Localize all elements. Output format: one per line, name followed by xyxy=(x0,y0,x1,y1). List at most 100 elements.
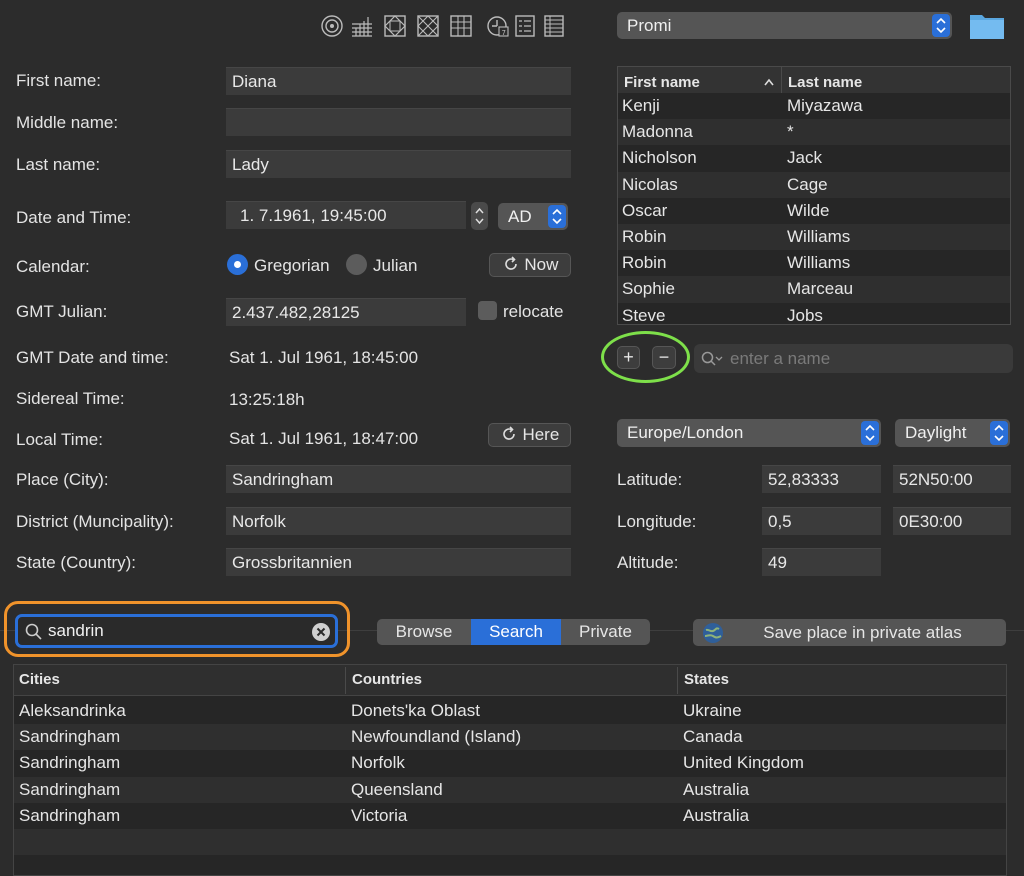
city-cell: Aleksandrinka xyxy=(19,701,126,720)
person-first-name: Kenji xyxy=(622,96,660,115)
state-field[interactable]: Grossbritannien xyxy=(226,548,571,576)
tab-search[interactable]: Search xyxy=(471,619,561,645)
atlas-result-row[interactable]: Aleksandrinka Donets'ka Oblast Ukraine xyxy=(14,698,1006,725)
people-row[interactable]: Madonna * xyxy=(618,119,1010,146)
col-countries[interactable]: Countries xyxy=(352,671,422,688)
popup-arrows-icon xyxy=(932,14,950,37)
dst-value: Daylight xyxy=(905,423,967,442)
atlas-results-table[interactable]: Cities Countries States Aleksandrinka Don… xyxy=(13,664,1007,876)
people-row[interactable]: Oscar Wilde xyxy=(618,197,1010,224)
save-place-label: Save place in private atlas xyxy=(763,623,962,642)
person-last-name: Jobs xyxy=(787,305,823,325)
stepper-arrows-icon xyxy=(475,207,484,225)
latitude-label: Latitude: xyxy=(617,470,683,489)
person-last-name: Marceau xyxy=(787,279,854,299)
square-grid-icon[interactable] xyxy=(383,14,407,38)
radio-dot-icon xyxy=(234,261,241,268)
relocate-checkbox[interactable] xyxy=(478,301,497,320)
place-field[interactable]: Sandringham xyxy=(226,465,571,493)
altitude-field[interactable]: 49 xyxy=(762,548,881,576)
atlas-result-row[interactable]: Sandringham Queensland Australia xyxy=(14,776,1006,803)
people-row[interactable]: Robin Williams xyxy=(618,224,1010,251)
dst-select[interactable]: Daylight xyxy=(895,419,1010,447)
longitude-field[interactable]: 0,5 xyxy=(762,507,881,535)
city-cell: Sandringham xyxy=(19,805,121,825)
first-name-label: First name: xyxy=(16,71,102,90)
atlas-result-row xyxy=(14,855,1006,875)
target-icon[interactable] xyxy=(320,14,344,38)
folder-icon[interactable] xyxy=(969,11,1005,40)
save-place-button[interactable]: Save place in private atlas xyxy=(693,619,1006,646)
add-remove-highlight xyxy=(601,331,690,383)
atlas-result-row[interactable]: Sandringham Victoria Australia xyxy=(14,802,1006,829)
people-row[interactable]: Kenji Miyazawa xyxy=(618,93,1010,120)
city-cell: Sandringham xyxy=(19,779,121,799)
refresh-icon xyxy=(502,426,515,440)
person-last-name: Williams xyxy=(787,253,851,273)
diamond-grid-icon[interactable] xyxy=(416,14,440,38)
longitude-label: Longitude: xyxy=(617,512,697,531)
people-row[interactable]: Nicolas Cage xyxy=(618,171,1010,198)
people-row[interactable]: Steve Jobs xyxy=(618,302,1010,325)
longitude-dms-field[interactable]: 0E30:00 xyxy=(893,507,1011,535)
altitude-label: Altitude: xyxy=(617,553,679,572)
person-last-name: Williams xyxy=(787,227,851,246)
table-grid-icon[interactable] xyxy=(449,14,473,38)
sidereal-label: Sidereal Time: xyxy=(16,389,125,408)
datetime-field[interactable]: 1. 7.1961, 19:45:00 xyxy=(226,201,466,229)
gmt-datetime-label: GMT Date and time: xyxy=(16,348,169,367)
clear-icon[interactable] xyxy=(311,622,331,642)
remove-person-button[interactable]: − xyxy=(652,346,676,369)
col-last-name[interactable]: Last name xyxy=(788,74,862,91)
latitude-dms-field[interactable]: 52N50:00 xyxy=(893,465,1011,493)
group-select[interactable]: Promi xyxy=(617,12,952,39)
relocate-label: relocate xyxy=(503,302,564,321)
latitude-field[interactable]: 52,83333 xyxy=(762,465,881,493)
clock-seven-icon[interactable]: 7 xyxy=(486,14,510,38)
atlas-result-row[interactable]: Sandringham Newfoundland (Island) Canada xyxy=(14,724,1006,751)
tab-browse[interactable]: Browse xyxy=(377,619,471,645)
refresh-icon xyxy=(504,256,517,270)
group-select-value: Promi xyxy=(627,16,672,35)
country-cell: Norfolk xyxy=(351,753,405,773)
tab-private[interactable]: Private xyxy=(561,619,650,645)
local-time-value: Sat 1. Jul 1961, 18:47:00 xyxy=(229,429,419,448)
first-name-field[interactable]: Diana xyxy=(226,67,571,95)
col-first-name[interactable]: First name xyxy=(624,74,700,91)
person-first-name: Nicolas xyxy=(622,174,678,194)
sheet-icon[interactable] xyxy=(542,14,566,38)
name-search-field[interactable]: enter a name xyxy=(694,344,1013,373)
col-cities[interactable]: Cities xyxy=(19,671,60,688)
timezone-select[interactable]: Europe/London xyxy=(617,419,881,447)
gregorian-radio[interactable] xyxy=(227,254,248,275)
julian-radio[interactable] xyxy=(346,254,367,275)
bar-grid-icon[interactable] xyxy=(350,14,374,38)
middle-name-field[interactable] xyxy=(226,108,571,136)
calendar-label: Calendar: xyxy=(16,257,90,276)
people-row[interactable]: Nicholson Jack xyxy=(618,145,1010,172)
person-last-name: Wilde xyxy=(787,200,830,220)
now-button[interactable]: Now xyxy=(489,253,571,277)
people-table[interactable]: First name Last name Kenji Miyazawa Madonn… xyxy=(617,66,1011,325)
add-person-button[interactable]: + xyxy=(617,346,640,369)
timezone-value: Europe/London xyxy=(627,423,744,442)
plus-icon: + xyxy=(623,347,634,367)
list-icon[interactable] xyxy=(513,14,537,38)
person-first-name: Sophie xyxy=(622,279,675,299)
district-field[interactable]: Norfolk xyxy=(226,507,571,535)
country-cell: Donets'ka Oblast xyxy=(351,701,480,720)
gmt-julian-field[interactable]: 2.437.482,28125 xyxy=(226,298,466,326)
atlas-result-row[interactable]: Sandringham Norfolk United Kingdom xyxy=(14,750,1006,777)
atlas-search-field[interactable]: sandrin xyxy=(15,614,338,648)
now-label: Now xyxy=(524,255,559,274)
people-row[interactable]: Robin Williams xyxy=(618,250,1010,277)
era-select[interactable]: AD xyxy=(498,203,568,230)
col-states[interactable]: States xyxy=(684,671,729,688)
people-row[interactable]: Sophie Marceau xyxy=(618,276,1010,303)
city-cell: Sandringham xyxy=(19,753,121,773)
here-button[interactable]: Here xyxy=(488,423,571,447)
last-name-field[interactable]: Lady xyxy=(226,150,571,178)
datetime-stepper[interactable] xyxy=(471,202,488,230)
julian-label: Julian xyxy=(373,256,418,275)
era-value: AD xyxy=(508,207,532,226)
